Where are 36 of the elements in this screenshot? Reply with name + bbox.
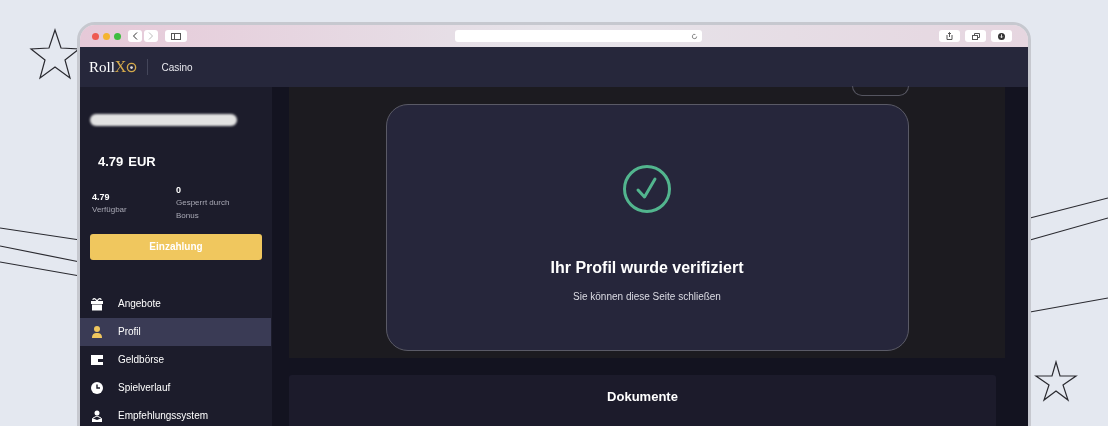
nav-item[interactable]: Angebote	[80, 289, 271, 318]
section-label[interactable]: Casino	[161, 59, 193, 75]
logo-ring-icon	[126, 61, 138, 73]
logo-text: Roll	[89, 59, 115, 75]
gift-icon	[90, 296, 104, 311]
available-amount: 4.79	[92, 190, 111, 203]
forward-icon	[148, 32, 154, 40]
nav-item[interactable]: Spielverlauf	[80, 373, 271, 402]
locked-amount: 0	[176, 183, 182, 196]
nav-item[interactable]: Profil	[80, 317, 271, 346]
person-icon	[90, 324, 104, 339]
available-label: Verfügbar	[92, 203, 128, 216]
back-button[interactable]	[128, 30, 142, 42]
sidebar-button[interactable]	[165, 30, 187, 42]
sidebar-icon	[171, 32, 181, 40]
back-icon	[132, 32, 138, 40]
locked-label: Gesperrt durch Bonus	[176, 196, 231, 222]
nav-item[interactable]: Geldbörse	[80, 345, 271, 374]
balance-currency: EUR	[128, 153, 156, 171]
nav-item[interactable]: Empfehlungssystem	[80, 401, 271, 426]
share-icon	[946, 32, 953, 40]
download-button[interactable]	[991, 30, 1012, 42]
documents-title: Dokumente	[607, 388, 678, 406]
share-button[interactable]	[939, 30, 960, 42]
wallet-icon	[90, 352, 104, 367]
clock-icon	[90, 380, 104, 395]
verification-message: Sie können diese Seite schließen	[573, 290, 721, 304]
check-circle-icon	[622, 164, 672, 214]
balance-amount: 4.79	[98, 153, 124, 171]
tabs-icon	[971, 32, 980, 40]
tabs-button[interactable]	[965, 30, 986, 42]
download-icon	[998, 32, 1005, 40]
logo-mark: X	[114, 59, 127, 75]
verification-title: Ihr Profil wurde verifiziert	[550, 258, 744, 278]
people-icon	[90, 408, 104, 423]
reload-icon	[691, 32, 698, 40]
